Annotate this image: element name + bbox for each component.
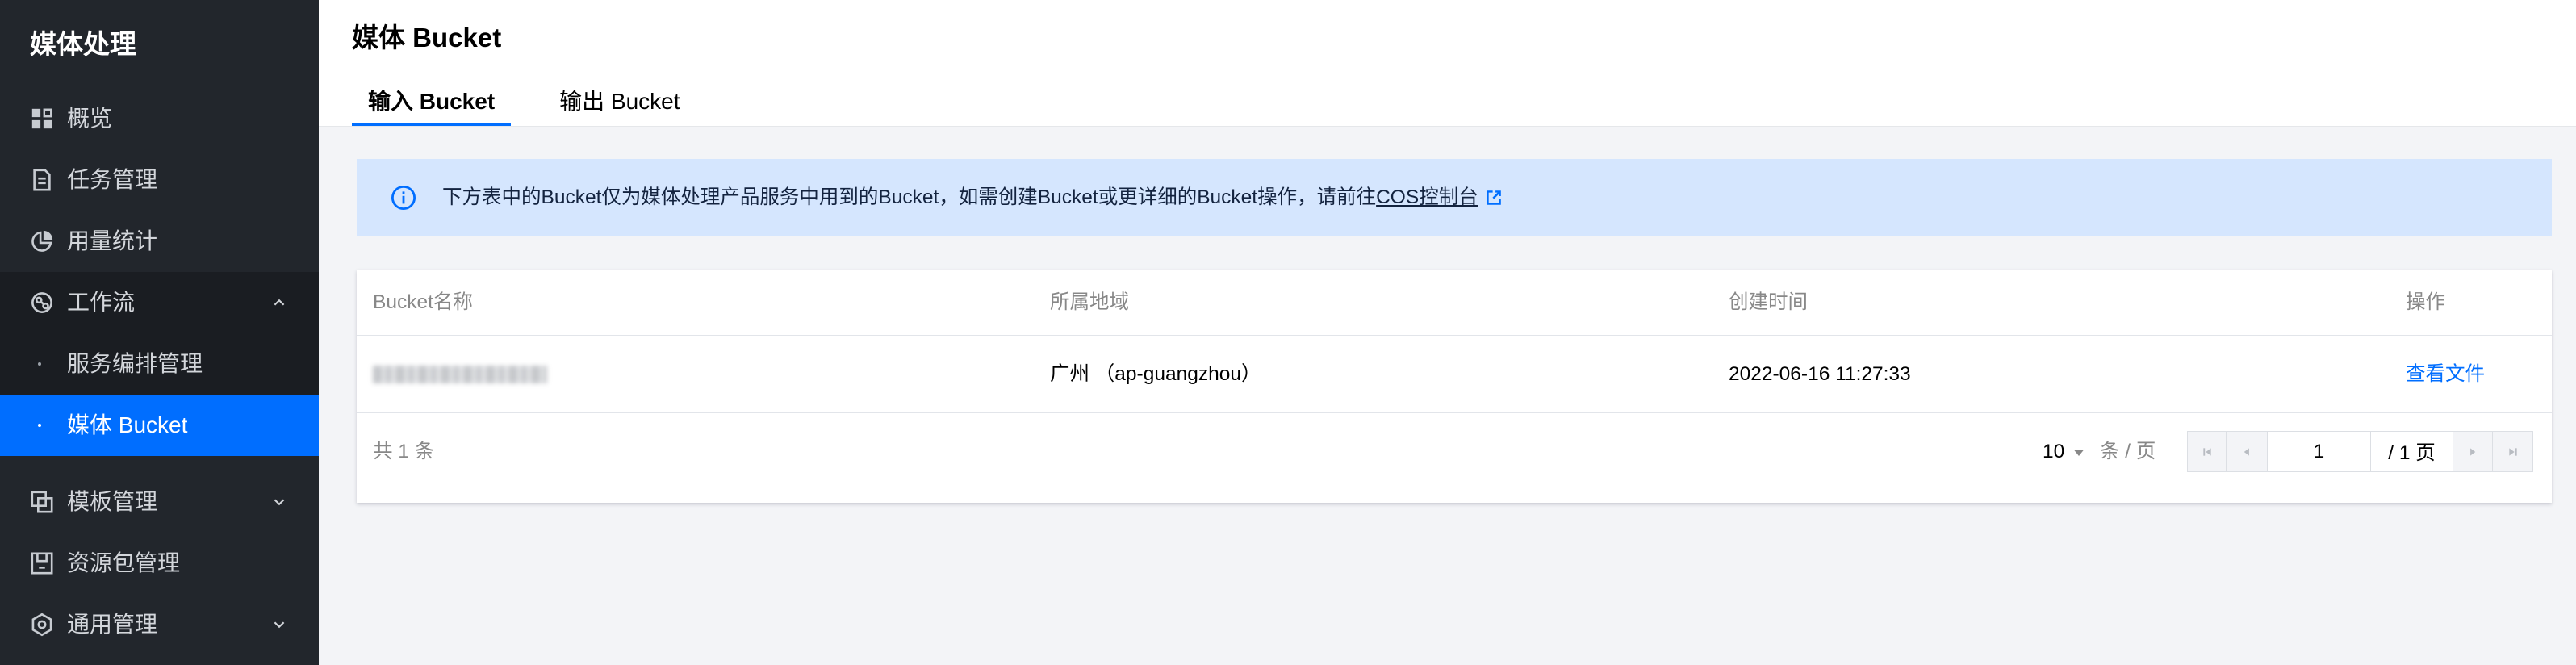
total-pages: / 1 页 bbox=[2371, 432, 2453, 471]
sidebar-item-templates[interactable]: 模板管理 bbox=[0, 471, 319, 533]
table-header: Bucket名称 所属地域 创建时间 操作 bbox=[357, 270, 2552, 336]
chevron-down-icon[interactable] bbox=[274, 621, 285, 629]
sidebar-item-label: 概览 bbox=[67, 106, 113, 131]
info-icon bbox=[391, 185, 416, 211]
table-row: 广州 （ap-guangzhou） 2022-06-16 11:27:33 查看… bbox=[357, 336, 2552, 413]
sidebar-item-label: 媒体 Bucket bbox=[67, 412, 188, 437]
sidebar-item-media-bucket[interactable]: 媒体 Bucket bbox=[0, 395, 319, 456]
page-size-unit: 条 / 页 bbox=[2100, 441, 2156, 462]
prev-page-icon bbox=[2244, 447, 2249, 456]
workflow-icon bbox=[30, 291, 54, 315]
sidebar-item-label: 用量统计 bbox=[67, 228, 158, 253]
cell-created-time: 2022-06-16 11:27:33 bbox=[1729, 363, 1911, 385]
sidebar-item-service-orchestration[interactable]: 服务编排管理 bbox=[0, 333, 319, 395]
pagination: / 1 页 bbox=[2187, 431, 2533, 472]
sidebar-item-general-settings[interactable]: 通用管理 bbox=[0, 594, 319, 655]
column-header-actions: 操作 bbox=[2406, 291, 2445, 313]
first-page-icon bbox=[2202, 447, 2211, 456]
sidebar-item-label: 通用管理 bbox=[67, 612, 158, 637]
bucket-name-redacted bbox=[373, 366, 547, 383]
tab-input-bucket[interactable]: 输入 Bucket bbox=[352, 84, 512, 126]
bullet-dot bbox=[38, 424, 41, 427]
grid-icon bbox=[30, 107, 54, 131]
caret-down-icon[interactable] bbox=[2073, 450, 2085, 457]
external-link-icon[interactable] bbox=[1485, 189, 1503, 207]
product-title: 媒体处理 bbox=[30, 29, 136, 59]
gear-icon bbox=[30, 613, 54, 637]
sidebar-item-label: 任务管理 bbox=[67, 167, 158, 192]
page-title: 媒体 Bucket bbox=[352, 23, 502, 52]
sidebar-group-workflow: 工作流 服务编排管理 媒体 Bucket bbox=[0, 272, 319, 456]
tab-bar: 输入 Bucket 输出 Bucket bbox=[352, 84, 729, 126]
tab-label: 输出 Bucket bbox=[559, 89, 680, 114]
column-header-created-time: 创建时间 bbox=[1729, 291, 1808, 313]
last-page-button[interactable] bbox=[2493, 432, 2532, 471]
chevron-up-icon[interactable] bbox=[274, 299, 285, 307]
tab-label: 输入 Bucket bbox=[368, 89, 496, 114]
tab-active-indicator bbox=[352, 123, 512, 126]
page-size-select[interactable]: 10 bbox=[2043, 431, 2064, 472]
page-number-input[interactable] bbox=[2268, 433, 2370, 471]
alert-message: 下方表中的Bucket仅为媒体处理产品服务中用到的Bucket，如需创建Buck… bbox=[442, 159, 1503, 236]
prev-page-button[interactable] bbox=[2227, 432, 2268, 471]
cos-console-link[interactable]: COS控制台 bbox=[1376, 159, 1478, 236]
page-header: 媒体 Bucket 输入 Bucket 输出 Bucket bbox=[319, 0, 2576, 127]
sidebar-item-resource-packages[interactable]: 资源包管理 bbox=[0, 533, 319, 594]
page-input-wrapper bbox=[2268, 432, 2371, 471]
sidebar: 媒体处理 概览 任务管理 用量统计 工作流 服务编排管理 媒体 Bucket 模… bbox=[0, 0, 319, 665]
package-icon bbox=[30, 551, 54, 575]
cell-region: 广州 （ap-guangzhou） bbox=[1050, 363, 1261, 385]
sidebar-item-workflow[interactable]: 工作流 bbox=[0, 272, 319, 333]
pie-chart-icon bbox=[30, 229, 54, 253]
column-header-bucket-name: Bucket名称 bbox=[373, 291, 473, 313]
info-alert: 下方表中的Bucket仅为媒体处理产品服务中用到的Bucket，如需创建Buck… bbox=[357, 159, 2552, 236]
table-footer: 共 1 条 10 条 / 页 / 1 页 bbox=[357, 413, 2552, 503]
total-count: 共 1 条 bbox=[373, 441, 435, 462]
sidebar-item-overview[interactable]: 概览 bbox=[0, 88, 319, 149]
bucket-table-card: Bucket名称 所属地域 创建时间 操作 广州 （ap-guangzhou） … bbox=[357, 270, 2552, 503]
sidebar-menu: 概览 任务管理 用量统计 工作流 服务编排管理 媒体 Bucket 模板管理 资… bbox=[0, 88, 319, 655]
tab-output-bucket[interactable]: 输出 Bucket bbox=[543, 84, 696, 126]
last-page-icon bbox=[2508, 447, 2517, 456]
sidebar-item-label: 模板管理 bbox=[67, 489, 158, 514]
view-files-link[interactable]: 查看文件 bbox=[2406, 336, 2485, 412]
bullet-dot bbox=[38, 362, 41, 366]
sidebar-item-usage[interactable]: 用量统计 bbox=[0, 211, 319, 272]
next-page-button[interactable] bbox=[2453, 432, 2493, 471]
next-page-icon bbox=[2470, 447, 2476, 456]
sidebar-item-label: 资源包管理 bbox=[67, 550, 181, 575]
column-header-region: 所属地域 bbox=[1050, 291, 1129, 313]
sidebar-item-label: 服务编排管理 bbox=[67, 351, 203, 376]
first-page-button[interactable] bbox=[2188, 432, 2227, 471]
sidebar-item-tasks[interactable]: 任务管理 bbox=[0, 149, 319, 211]
chevron-down-icon[interactable] bbox=[274, 498, 285, 506]
sidebar-item-label: 工作流 bbox=[67, 290, 136, 315]
alert-text: 下方表中的Bucket仅为媒体处理产品服务中用到的Bucket，如需创建Buck… bbox=[442, 186, 1377, 208]
document-icon bbox=[30, 168, 54, 192]
template-icon bbox=[30, 490, 54, 514]
